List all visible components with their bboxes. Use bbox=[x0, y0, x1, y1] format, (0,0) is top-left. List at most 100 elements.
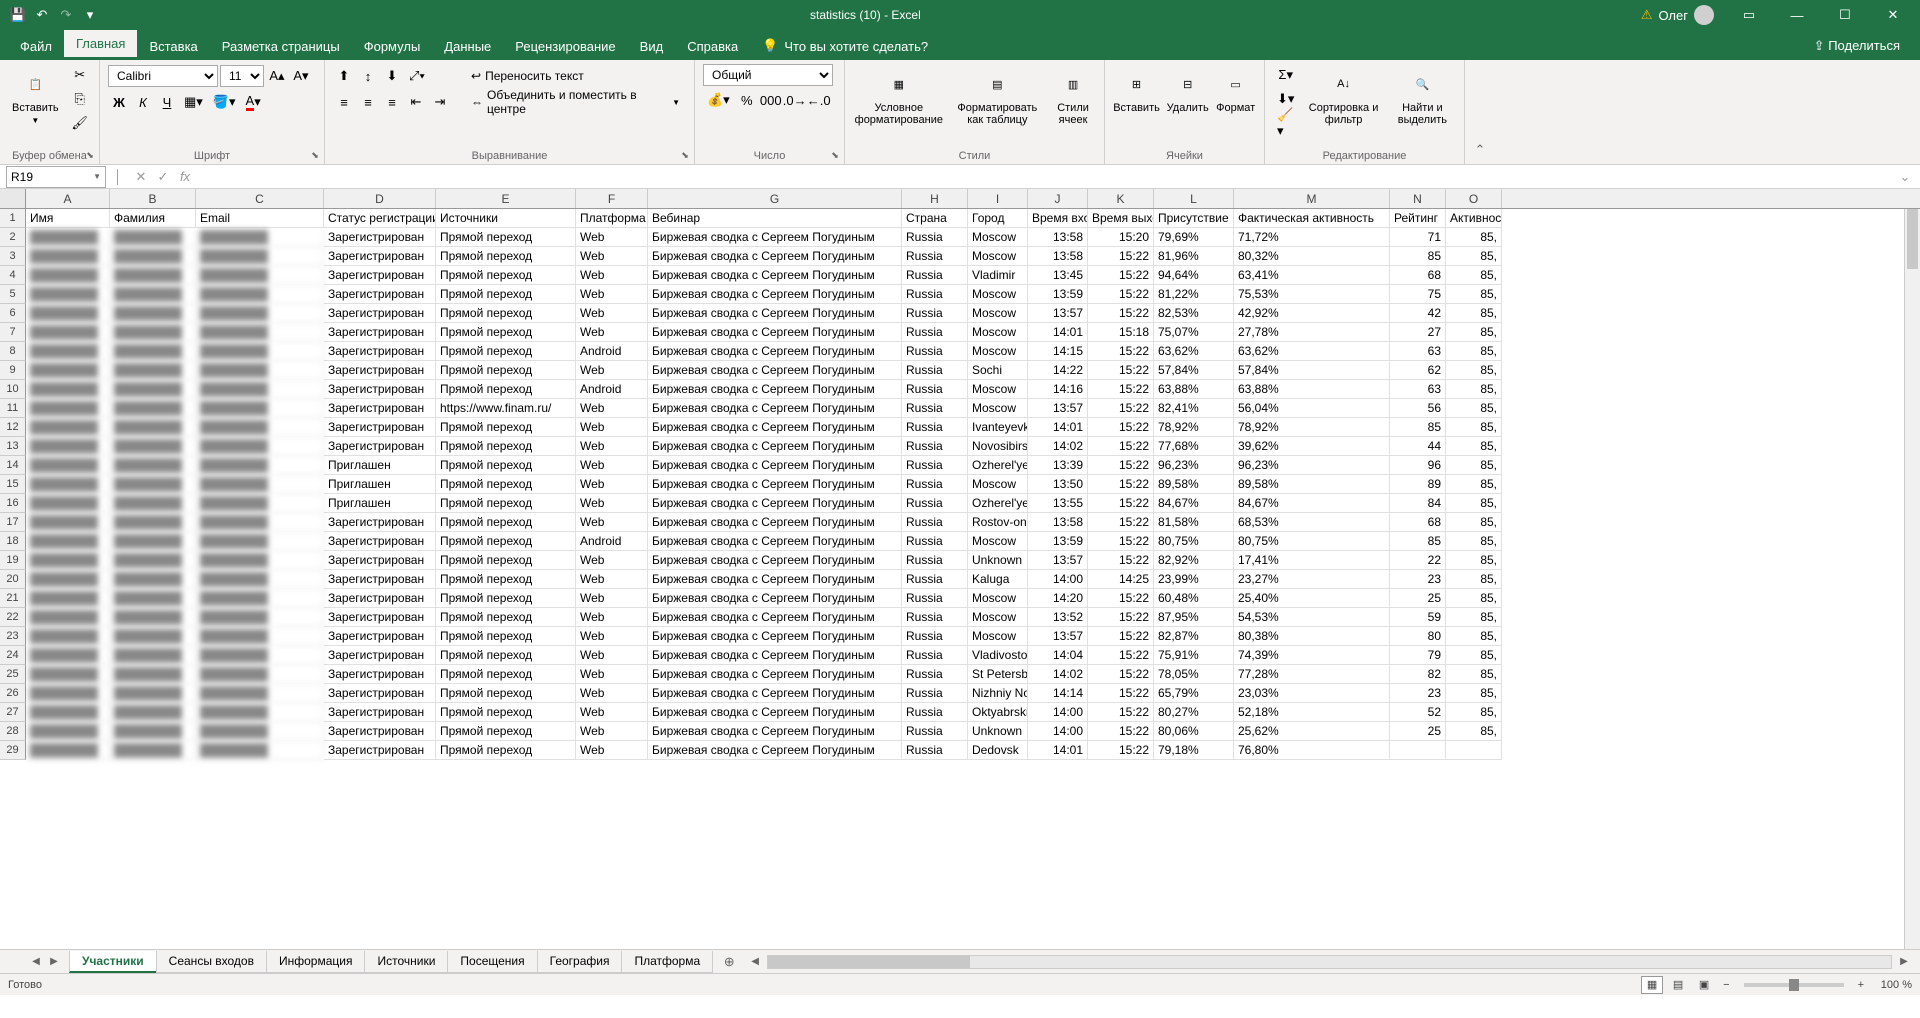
cell[interactable]: ████████ bbox=[110, 418, 196, 437]
cell[interactable]: Kaluga bbox=[968, 570, 1028, 589]
cell[interactable]: 63,88% bbox=[1154, 380, 1234, 399]
grid-body[interactable]: 1ИмяФамилияEmailСтатус регистрацииИсточн… bbox=[0, 209, 1920, 949]
cell[interactable]: Прямой переход bbox=[436, 475, 576, 494]
cell[interactable]: 15:22 bbox=[1088, 684, 1154, 703]
cell[interactable]: 52,18% bbox=[1234, 703, 1390, 722]
cell[interactable]: ████████ bbox=[110, 323, 196, 342]
cell[interactable]: Прямой переход bbox=[436, 722, 576, 741]
cell[interactable]: Зарегистрирован bbox=[324, 513, 436, 532]
cell[interactable]: 23,03% bbox=[1234, 684, 1390, 703]
column-header[interactable]: F bbox=[576, 189, 648, 208]
cell[interactable]: ████████ bbox=[110, 285, 196, 304]
cell[interactable]: 15:22 bbox=[1088, 608, 1154, 627]
cell[interactable]: 56 bbox=[1390, 399, 1446, 418]
enter-formula-icon[interactable]: ✓ bbox=[152, 166, 174, 188]
cell[interactable]: ████████ bbox=[110, 684, 196, 703]
cell[interactable]: ████████ bbox=[196, 418, 324, 437]
zoom-level[interactable]: 100 % bbox=[1872, 979, 1912, 991]
cell[interactable]: Биржевая сводка с Сергеем Погудиным bbox=[648, 304, 902, 323]
cell[interactable]: ████████ bbox=[196, 722, 324, 741]
cell[interactable]: Прямой переход bbox=[436, 247, 576, 266]
cell[interactable]: Web bbox=[576, 608, 648, 627]
cell[interactable]: Vladimir bbox=[968, 266, 1028, 285]
cell[interactable]: 13:59 bbox=[1028, 532, 1088, 551]
cell[interactable]: 85 bbox=[1390, 418, 1446, 437]
cell[interactable]: 75 bbox=[1390, 285, 1446, 304]
cell[interactable]: Web bbox=[576, 475, 648, 494]
cell[interactable]: ████████ bbox=[110, 475, 196, 494]
cell[interactable]: Биржевая сводка с Сергеем Погудиным bbox=[648, 285, 902, 304]
cell[interactable]: 15:22 bbox=[1088, 589, 1154, 608]
cell[interactable]: ████████ bbox=[110, 589, 196, 608]
cell[interactable]: 14:20 bbox=[1028, 589, 1088, 608]
cell[interactable]: Активность bbox=[1446, 209, 1502, 228]
sort-filter-button[interactable]: A↓ Сортировка и фильтр bbox=[1304, 64, 1382, 130]
cell[interactable]: ████████ bbox=[26, 266, 110, 285]
cell[interactable]: ████████ bbox=[196, 665, 324, 684]
cell[interactable]: Unknown bbox=[968, 551, 1028, 570]
zoom-thumb[interactable] bbox=[1789, 979, 1799, 991]
cell[interactable]: Фактическая активность bbox=[1234, 209, 1390, 228]
cell[interactable]: Приглашен bbox=[324, 475, 436, 494]
cell[interactable]: Android bbox=[576, 342, 648, 361]
underline-button[interactable]: Ч bbox=[156, 91, 178, 113]
cell[interactable]: Биржевая сводка с Сергеем Погудиным bbox=[648, 475, 902, 494]
cell[interactable]: 14:01 bbox=[1028, 418, 1088, 437]
cell[interactable]: Moscow bbox=[968, 285, 1028, 304]
cell[interactable]: ████████ bbox=[110, 722, 196, 741]
cell[interactable]: 54,53% bbox=[1234, 608, 1390, 627]
cell[interactable]: ████████ bbox=[110, 380, 196, 399]
cell[interactable]: ████████ bbox=[110, 494, 196, 513]
user-account[interactable]: ⚠ Олег bbox=[1631, 5, 1724, 25]
cell[interactable]: 15:22 bbox=[1088, 304, 1154, 323]
cell[interactable]: Russia bbox=[902, 722, 968, 741]
hscroll-right-icon[interactable]: ▶ bbox=[1896, 954, 1912, 970]
font-expand-icon[interactable]: ⬊ bbox=[309, 149, 321, 161]
cell[interactable]: 13:58 bbox=[1028, 513, 1088, 532]
cell[interactable]: Биржевая сводка с Сергеем Погудиным bbox=[648, 703, 902, 722]
italic-button[interactable]: К bbox=[132, 91, 154, 113]
cell[interactable]: ████████ bbox=[26, 285, 110, 304]
column-header[interactable]: H bbox=[902, 189, 968, 208]
align-left-icon[interactable]: ≡ bbox=[333, 91, 355, 113]
cell[interactable]: Russia bbox=[902, 513, 968, 532]
cell[interactable]: Web bbox=[576, 684, 648, 703]
cell[interactable]: Web bbox=[576, 665, 648, 684]
cell[interactable]: 75,91% bbox=[1154, 646, 1234, 665]
cell[interactable]: Ivanteyevka bbox=[968, 418, 1028, 437]
row-header[interactable]: 5 bbox=[0, 285, 26, 304]
save-icon[interactable]: 💾 bbox=[8, 5, 28, 25]
column-header[interactable]: G bbox=[648, 189, 902, 208]
cell[interactable]: 76,80% bbox=[1234, 741, 1390, 760]
cell[interactable]: Russia bbox=[902, 228, 968, 247]
cell[interactable]: Russia bbox=[902, 494, 968, 513]
cell[interactable]: Биржевая сводка с Сергеем Погудиным bbox=[648, 494, 902, 513]
cell[interactable]: ████████ bbox=[26, 703, 110, 722]
cell[interactable]: Russia bbox=[902, 361, 968, 380]
cell[interactable]: Биржевая сводка с Сергеем Погудиным bbox=[648, 665, 902, 684]
cell[interactable]: ████████ bbox=[110, 532, 196, 551]
cell[interactable]: Зарегистрирован bbox=[324, 741, 436, 760]
row-header[interactable]: 12 bbox=[0, 418, 26, 437]
cell[interactable]: Зарегистрирован bbox=[324, 646, 436, 665]
cell[interactable]: 15:20 bbox=[1088, 228, 1154, 247]
cell[interactable]: Russia bbox=[902, 437, 968, 456]
cell[interactable]: Russia bbox=[902, 589, 968, 608]
row-header[interactable]: 17 bbox=[0, 513, 26, 532]
cell[interactable]: 13:58 bbox=[1028, 247, 1088, 266]
cell[interactable]: Russia bbox=[902, 570, 968, 589]
delete-cells-button[interactable]: ⊟ Удалить bbox=[1166, 64, 1209, 118]
cell[interactable]: 96,23% bbox=[1234, 456, 1390, 475]
cell[interactable]: 77,68% bbox=[1154, 437, 1234, 456]
cell[interactable]: Страна bbox=[902, 209, 968, 228]
cell[interactable]: ████████ bbox=[26, 342, 110, 361]
cell[interactable]: Прямой переход bbox=[436, 285, 576, 304]
cell[interactable]: 80,75% bbox=[1154, 532, 1234, 551]
cell[interactable]: 14:04 bbox=[1028, 646, 1088, 665]
cell[interactable]: 15:22 bbox=[1088, 285, 1154, 304]
cell[interactable]: ████████ bbox=[26, 684, 110, 703]
cell[interactable]: ████████ bbox=[196, 570, 324, 589]
cell[interactable]: 15:22 bbox=[1088, 380, 1154, 399]
cell[interactable]: Прямой переход bbox=[436, 703, 576, 722]
cell[interactable]: Прямой переход bbox=[436, 589, 576, 608]
